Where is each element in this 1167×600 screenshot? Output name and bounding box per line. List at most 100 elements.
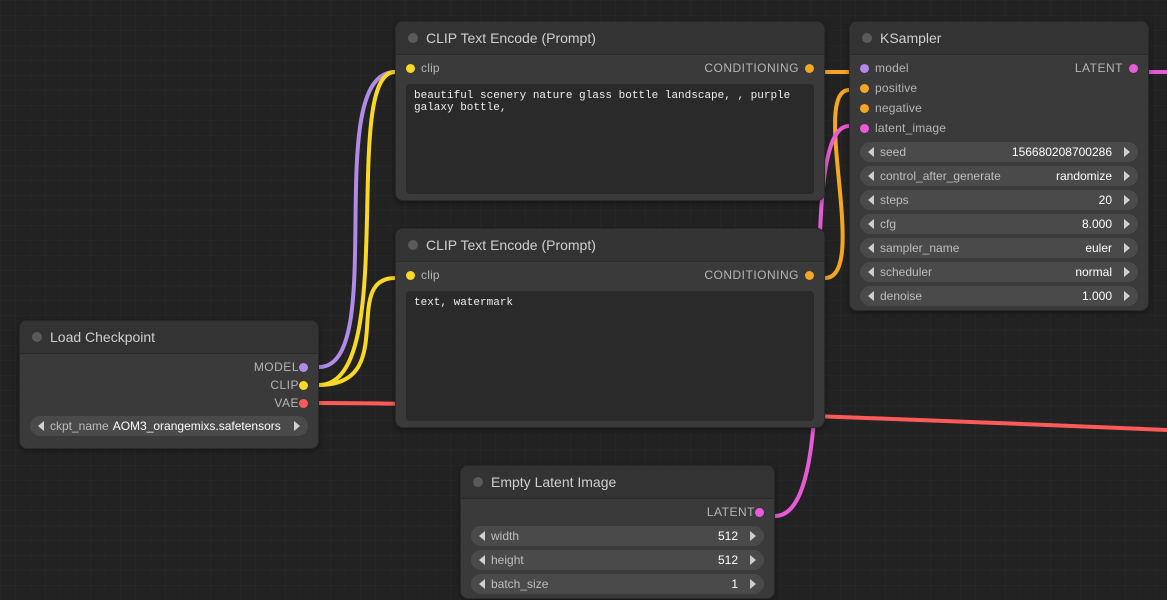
collapse-dot-icon[interactable] <box>473 477 483 487</box>
port-dot-model-icon[interactable] <box>299 363 308 372</box>
next-arrow-icon[interactable] <box>750 531 756 541</box>
collapse-dot-icon[interactable] <box>408 33 418 43</box>
port-dot-clip-icon[interactable] <box>299 381 308 390</box>
input-latent-image[interactable]: latent_image <box>860 121 946 135</box>
collapse-dot-icon[interactable] <box>32 332 42 342</box>
next-arrow-icon[interactable] <box>1124 267 1130 277</box>
collapse-dot-icon[interactable] <box>408 240 418 250</box>
param-width[interactable]: width 512 <box>471 526 764 546</box>
prev-arrow-icon[interactable] <box>479 555 485 565</box>
param-sampler-name[interactable]: sampler_name euler <box>860 238 1138 258</box>
param-label: control_after_generate <box>880 169 1001 183</box>
next-arrow-icon[interactable] <box>750 555 756 565</box>
next-arrow-icon[interactable] <box>294 421 300 431</box>
param-denoise[interactable]: denoise 1.000 <box>860 286 1138 306</box>
param-value: 20 <box>915 193 1112 207</box>
output-latent[interactable]: LATENT <box>461 499 774 522</box>
port-dot-clip-icon[interactable] <box>406 271 415 280</box>
param-value: 512 <box>525 529 738 543</box>
param-label: seed <box>880 145 906 159</box>
prompt-textarea[interactable]: text, watermark <box>406 291 814 421</box>
next-arrow-icon[interactable] <box>750 579 756 589</box>
param-label: denoise <box>880 289 922 303</box>
next-arrow-icon[interactable] <box>1124 243 1130 253</box>
output-conditioning[interactable]: CONDITIONING <box>704 61 814 75</box>
node-title: Load Checkpoint <box>50 329 155 345</box>
param-cfg[interactable]: cfg 8.000 <box>860 214 1138 234</box>
param-value: 1.000 <box>928 289 1112 303</box>
next-arrow-icon[interactable] <box>1124 147 1130 157</box>
port-dot-latent-icon[interactable] <box>1129 64 1138 73</box>
port-dot-latent-icon[interactable] <box>860 124 869 133</box>
param-label: cfg <box>880 217 896 231</box>
input-clip[interactable]: clip <box>406 268 440 282</box>
node-header[interactable]: CLIP Text Encode (Prompt) <box>396 22 824 55</box>
param-value: 8.000 <box>902 217 1112 231</box>
prev-arrow-icon[interactable] <box>868 219 874 229</box>
param-batch-size[interactable]: batch_size1 <box>471 574 764 594</box>
prev-arrow-icon[interactable] <box>868 171 874 181</box>
node-empty-latent-image[interactable]: Empty Latent Image LATENT width512height… <box>460 465 775 599</box>
collapse-dot-icon[interactable] <box>862 33 872 43</box>
param-value: randomize <box>1007 169 1112 183</box>
param-value: normal <box>938 265 1112 279</box>
prev-arrow-icon[interactable] <box>479 531 485 541</box>
param-value: euler <box>965 241 1112 255</box>
node-title: Empty Latent Image <box>491 474 616 490</box>
prev-arrow-icon[interactable] <box>38 421 44 431</box>
node-header[interactable]: KSampler <box>850 22 1148 55</box>
param-value: 512 <box>530 553 738 567</box>
param-steps[interactable]: steps 20 <box>860 190 1138 210</box>
prev-arrow-icon[interactable] <box>479 579 485 589</box>
param-label: height <box>491 553 524 567</box>
port-dot-conditioning-icon[interactable] <box>860 104 869 113</box>
param-height[interactable]: height 512 <box>471 550 764 570</box>
next-arrow-icon[interactable] <box>1124 171 1130 181</box>
input-model[interactable]: model <box>860 61 909 75</box>
node-load-checkpoint[interactable]: Load Checkpoint MODEL CLIP VAE ckpt_name… <box>19 320 319 449</box>
output-model[interactable]: MODEL <box>20 358 318 376</box>
input-clip[interactable]: clip <box>406 61 440 75</box>
prev-arrow-icon[interactable] <box>868 267 874 277</box>
input-negative[interactable]: negative <box>860 101 922 115</box>
param-seed[interactable]: seed 156680208700286 <box>860 142 1138 162</box>
output-latent[interactable]: LATENT <box>1075 61 1138 75</box>
param-value: 156680208700286 <box>912 145 1112 159</box>
port-dot-vae-icon[interactable] <box>299 399 308 408</box>
node-title: CLIP Text Encode (Prompt) <box>426 30 596 46</box>
node-header[interactable]: Load Checkpoint <box>20 321 318 354</box>
node-title: CLIP Text Encode (Prompt) <box>426 237 596 253</box>
node-clip-text-encode-positive[interactable]: CLIP Text Encode (Prompt) clip CONDITION… <box>395 21 825 201</box>
next-arrow-icon[interactable] <box>1124 219 1130 229</box>
prev-arrow-icon[interactable] <box>868 147 874 157</box>
port-dot-conditioning-icon[interactable] <box>860 84 869 93</box>
port-dot-conditioning-icon[interactable] <box>805 64 814 73</box>
next-arrow-icon[interactable] <box>1124 291 1130 301</box>
node-header[interactable]: CLIP Text Encode (Prompt) <box>396 229 824 262</box>
param-label: scheduler <box>880 265 932 279</box>
output-vae[interactable]: VAE <box>20 394 318 412</box>
node-ksampler[interactable]: KSampler model LATENT positive negative … <box>849 21 1149 311</box>
port-dot-clip-icon[interactable] <box>406 64 415 73</box>
prompt-textarea[interactable]: beautiful scenery nature glass bottle la… <box>406 84 814 194</box>
prev-arrow-icon[interactable] <box>868 195 874 205</box>
port-dot-conditioning-icon[interactable] <box>805 271 814 280</box>
port-dot-latent-icon[interactable] <box>755 508 764 517</box>
param-scheduler[interactable]: scheduler normal <box>860 262 1138 282</box>
node-header[interactable]: Empty Latent Image <box>461 466 774 499</box>
node-title: KSampler <box>880 30 941 46</box>
prev-arrow-icon[interactable] <box>868 243 874 253</box>
param-control-after-generate[interactable]: control_after_generate randomize <box>860 166 1138 186</box>
param-label: width <box>491 529 519 543</box>
output-clip[interactable]: CLIP <box>20 376 318 394</box>
param-label: steps <box>880 193 909 207</box>
prev-arrow-icon[interactable] <box>868 291 874 301</box>
param-label: sampler_name <box>880 241 959 255</box>
port-dot-model-icon[interactable] <box>860 64 869 73</box>
output-conditioning[interactable]: CONDITIONING <box>704 268 814 282</box>
next-arrow-icon[interactable] <box>1124 195 1130 205</box>
node-clip-text-encode-negative[interactable]: CLIP Text Encode (Prompt) clip CONDITION… <box>395 228 825 428</box>
input-positive[interactable]: positive <box>860 81 917 95</box>
param-ckpt-name[interactable]: ckpt_name AOM3_orangemixs.safetensors <box>30 416 308 436</box>
param-value: 1 <box>554 577 738 591</box>
